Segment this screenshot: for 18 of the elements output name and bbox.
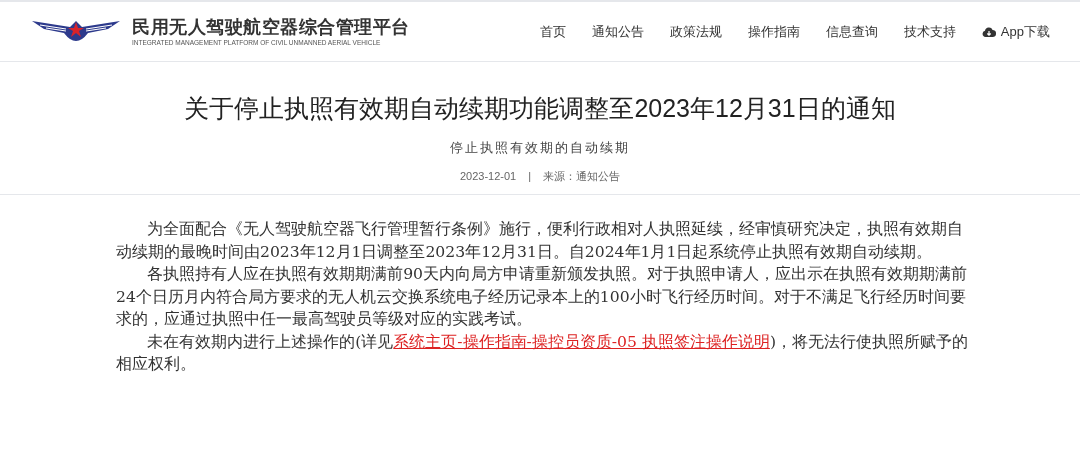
app-download-link[interactable]: App下载: [981, 21, 1050, 42]
cloud-download-icon: [981, 26, 996, 37]
nav-link[interactable]: 通知公告: [591, 21, 644, 42]
nav-link[interactable]: 技术支持: [903, 21, 956, 42]
nav-link[interactable]: 信息查询: [825, 21, 878, 42]
site-title: 民用无人驾驶航空器综合管理平台: [132, 15, 410, 38]
guide-link[interactable]: 系统主页-操作指南-操控员资质-05 执照签注操作说明: [393, 332, 770, 351]
nav-link[interactable]: 操作指南: [747, 21, 800, 42]
nav-link[interactable]: 首页: [539, 21, 566, 42]
article-source: 来源：通知公告: [543, 168, 621, 184]
publish-date: 2023-12-01: [459, 168, 517, 184]
article-title: 关于停止执照有效期自动续期功能调整至2023年12月31日的通知: [184, 93, 896, 124]
nav-link[interactable]: 政策法规: [669, 21, 722, 42]
meta-separator: |: [528, 168, 532, 184]
body-paragraph: 为全面配合《无人驾驶航空器飞行管理暂行条例》施行，便利行政相对人执照延续，经审慎研究决定，执照有效期自动续期的最晚时间由2023年12月1日调整至2023年12月31日。自2024年1月1日起系统停止执照有效期自动续期。: [116, 219, 965, 263]
body-paragraph: 各执照持有人应在执照有效期期满前90天内向局方申请重新颁发执照。对于执照申请人，应出示在执照有效期期满前24个日历月内符合局方要求的无人机云交换系统电子经历记录本上的100小时飞行经历时间。对于不满足飞行经历时间要求的，应通过执照中任一最高驾驶员等级对应的实践考试。: [116, 264, 969, 330]
body-paragraph: 未在有效期内进行上述操作的(详见系统主页-操作指南-操控员资质-05 执照签注操作说明)，将无法行使执照所赋予的相应权利。: [116, 331, 969, 375]
article-subtitle: 停止执照有效期的自动续期: [450, 139, 630, 157]
